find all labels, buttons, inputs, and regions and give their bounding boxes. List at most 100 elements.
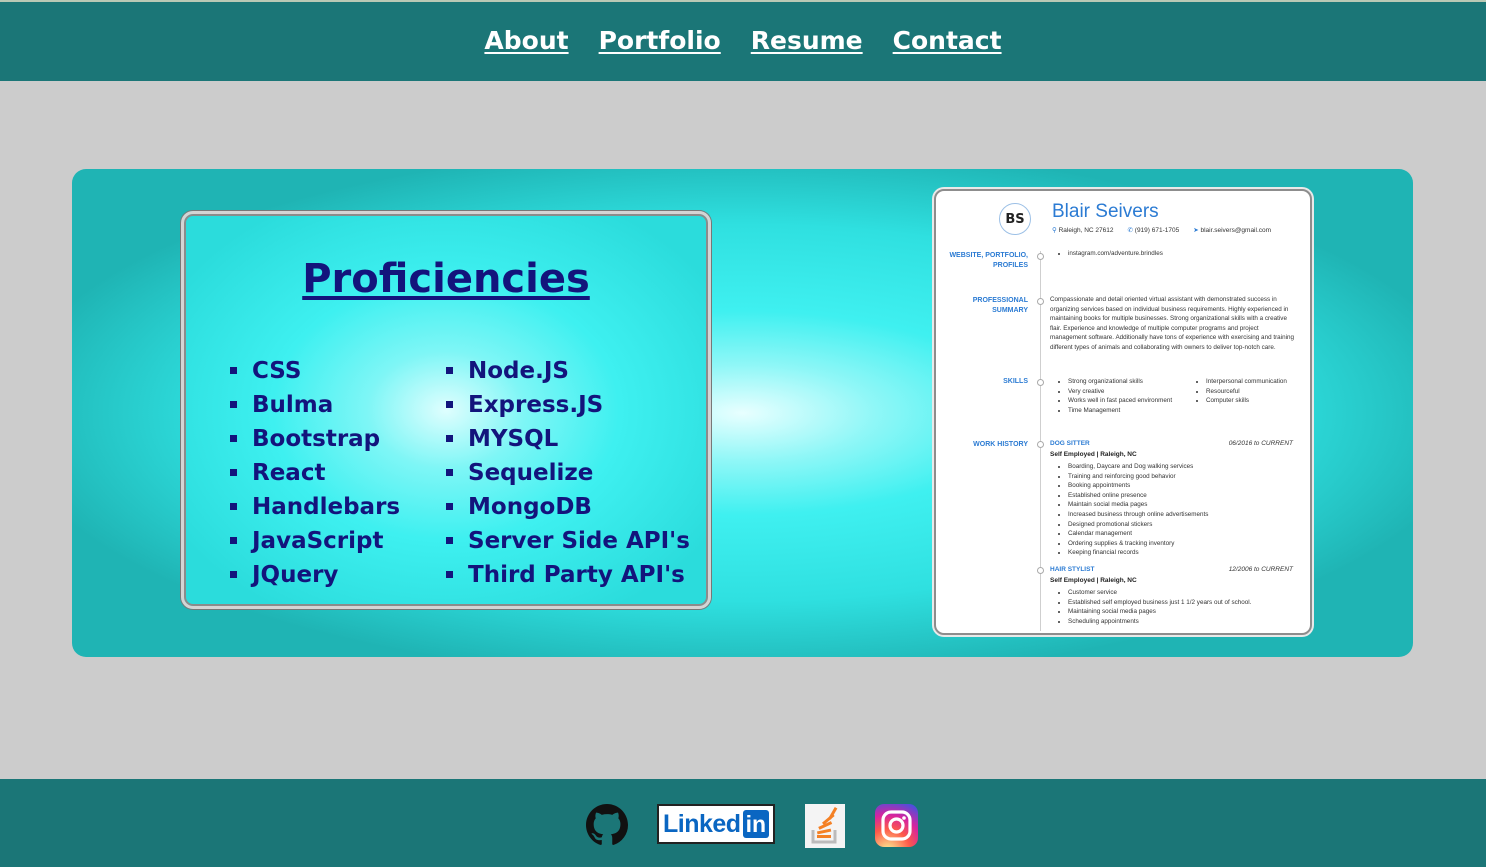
location-icon: ⚲ [1052, 227, 1057, 234]
job-duties: Customer serviceEstablished self employe… [1050, 588, 1293, 626]
resume-location: ⚲ Raleigh, NC 27612 [1052, 227, 1114, 234]
instagram-icon[interactable] [875, 804, 918, 847]
square-bullet-icon [230, 469, 237, 476]
job-duty-item: Established online presence [1068, 491, 1293, 501]
resume-skills: Strong organizational skillsVery creativ… [1050, 377, 1295, 415]
job-employer: Self Employed | Raleigh, NC [1050, 451, 1137, 458]
job-duty-item: Booking appointments [1068, 481, 1293, 491]
job-duty-item: Maintain social media pages [1068, 500, 1293, 510]
square-bullet-icon [446, 537, 453, 544]
proficiency-label: MYSQL [468, 426, 559, 452]
skill-item: Computer skills [1206, 396, 1287, 406]
resume-label-summary: PROFESSIONAL SUMMARY [972, 297, 1028, 314]
resume-email: ➤ blair.seivers@gmail.com [1193, 227, 1272, 234]
square-bullet-icon [446, 401, 453, 408]
job-duty-item: Increased business through online advert… [1068, 510, 1293, 520]
proficiency-item: Handlebars [230, 490, 400, 524]
square-bullet-icon [230, 537, 237, 544]
proficiency-item: Bootstrap [230, 422, 400, 456]
resume-summary-text: Compassionate and detail oriented virtua… [1050, 296, 1294, 351]
proficiency-label: Handlebars [252, 494, 401, 520]
resume-monogram: BS [999, 203, 1031, 235]
job-employer: Self Employed | Raleigh, NC [1050, 577, 1137, 584]
proficiency-item: Sequelize [446, 456, 690, 490]
proficiency-label: JavaScript [252, 528, 384, 554]
resume-skills-left: Strong organizational skillsVery creativ… [1050, 377, 1188, 415]
linkedin-icon[interactable]: Linked in [657, 804, 775, 844]
square-bullet-icon [230, 503, 237, 510]
skill-item: Very creative [1068, 387, 1188, 397]
proficiency-item: JavaScript [230, 524, 400, 558]
square-bullet-icon [230, 435, 237, 442]
resume-label-skills: SKILLS [1003, 378, 1028, 385]
resume-skills-right: Interpersonal communicationResourcefulCo… [1188, 377, 1287, 415]
phone-icon: ✆ [1127, 227, 1133, 234]
skill-item: Interpersonal communication [1206, 377, 1287, 387]
job-duty-item: Designed promotional stickers [1068, 520, 1293, 530]
resume-job-dog-sitter: DOG SITTER 06/2016 to CURRENT Self Emplo… [1050, 440, 1293, 558]
proficiency-item: JQuery [230, 558, 400, 592]
skill-item: Time Management [1068, 406, 1188, 416]
job-duty-item: Scheduling appointments [1068, 617, 1293, 627]
square-bullet-icon [230, 571, 237, 578]
resume-image[interactable]: BS Blair Seivers ⚲ Raleigh, NC 27612 ✆ (… [934, 189, 1312, 635]
proficiency-item: React [230, 456, 400, 490]
proficiency-item: Express.JS [446, 388, 690, 422]
nav-portfolio-link[interactable]: Portfolio [599, 26, 721, 55]
main-nav: About Portfolio Resume Contact [484, 26, 1001, 55]
square-bullet-icon [446, 571, 453, 578]
job-dates: 12/2006 to CURRENT [1228, 566, 1293, 573]
stackoverflow-icon[interactable] [805, 804, 845, 848]
timeline-dot [1037, 253, 1044, 260]
github-icon[interactable] [586, 804, 628, 846]
job-dates: 06/2016 to CURRENT [1228, 440, 1293, 447]
proficiency-label: Server Side API's [468, 528, 690, 554]
job-duty-item: Training and reinforcing good behavior [1068, 472, 1293, 482]
timeline-dot [1037, 567, 1044, 574]
proficiencies-list-right: Node.JS Express.JS MYSQL Sequelize MongoDB Se… [446, 354, 690, 592]
job-duty-item: Keeping financial records [1068, 548, 1293, 558]
proficiency-item: Third Party API's [446, 558, 690, 592]
proficiency-item: Node.JS [446, 354, 690, 388]
job-duty-item: Ordering supplies & tracking inventory [1068, 539, 1293, 549]
nav-about-link[interactable]: About [484, 26, 568, 55]
linkedin-wordmark: Linked [662, 809, 741, 838]
send-icon: ➤ [1193, 227, 1199, 234]
site-header: About Portfolio Resume Contact [0, 2, 1486, 81]
job-duty-item: Calendar management [1068, 529, 1293, 539]
skill-item: Strong organizational skills [1068, 377, 1188, 387]
proficiency-label: React [252, 460, 326, 486]
proficiency-item: MongoDB [446, 490, 690, 524]
proficiency-label: Sequelize [468, 460, 594, 486]
proficiency-label: Bootstrap [252, 426, 381, 452]
skill-item: Works well in fast paced environment [1068, 396, 1188, 406]
proficiency-item: Server Side API's [446, 524, 690, 558]
resume-label-website: WEBSITE, PORTFOLIO, PROFILES [949, 252, 1028, 269]
proficiency-label: Third Party API's [468, 562, 685, 588]
job-duty-item: Boarding, Daycare and Dog walking servic… [1068, 462, 1293, 472]
nav-contact-link[interactable]: Contact [893, 26, 1002, 55]
proficiency-label: Node.JS [468, 358, 569, 384]
proficiency-label: CSS [252, 358, 302, 384]
square-bullet-icon [230, 401, 237, 408]
nav-resume-link[interactable]: Resume [751, 26, 863, 55]
resume-phone: ✆ (919) 671-1705 [1127, 227, 1180, 234]
job-duty-item: Maintaining social media pages [1068, 607, 1293, 617]
proficiency-item: Bulma [230, 388, 400, 422]
skill-item: Resourceful [1206, 387, 1287, 397]
proficiencies-title: Proficiencies [302, 256, 590, 302]
resume-contact-row: ⚲ Raleigh, NC 27612 ✆ (919) 671-1705 ➤ b… [1052, 226, 1271, 234]
proficiency-item: MYSQL [446, 422, 690, 456]
proficiencies-card: Proficiencies CSS Bulma Bootstrap React Hand… [181, 211, 711, 609]
proficiency-label: MongoDB [468, 494, 592, 520]
resume-job-hair-stylist: HAIR STYLIST 12/2006 to CURRENT Self Emp… [1050, 566, 1293, 626]
square-bullet-icon [446, 367, 453, 374]
timeline-dot [1037, 441, 1044, 448]
job-duties: Boarding, Daycare and Dog walking servic… [1050, 462, 1293, 558]
square-bullet-icon [446, 435, 453, 442]
resume-label-work: WORK HISTORY [973, 441, 1028, 448]
job-duty-item: Customer service [1068, 588, 1293, 598]
resume-name: Blair Seivers [1052, 201, 1159, 222]
job-duty-item: Established self employed business just … [1068, 598, 1293, 608]
square-bullet-icon [446, 469, 453, 476]
